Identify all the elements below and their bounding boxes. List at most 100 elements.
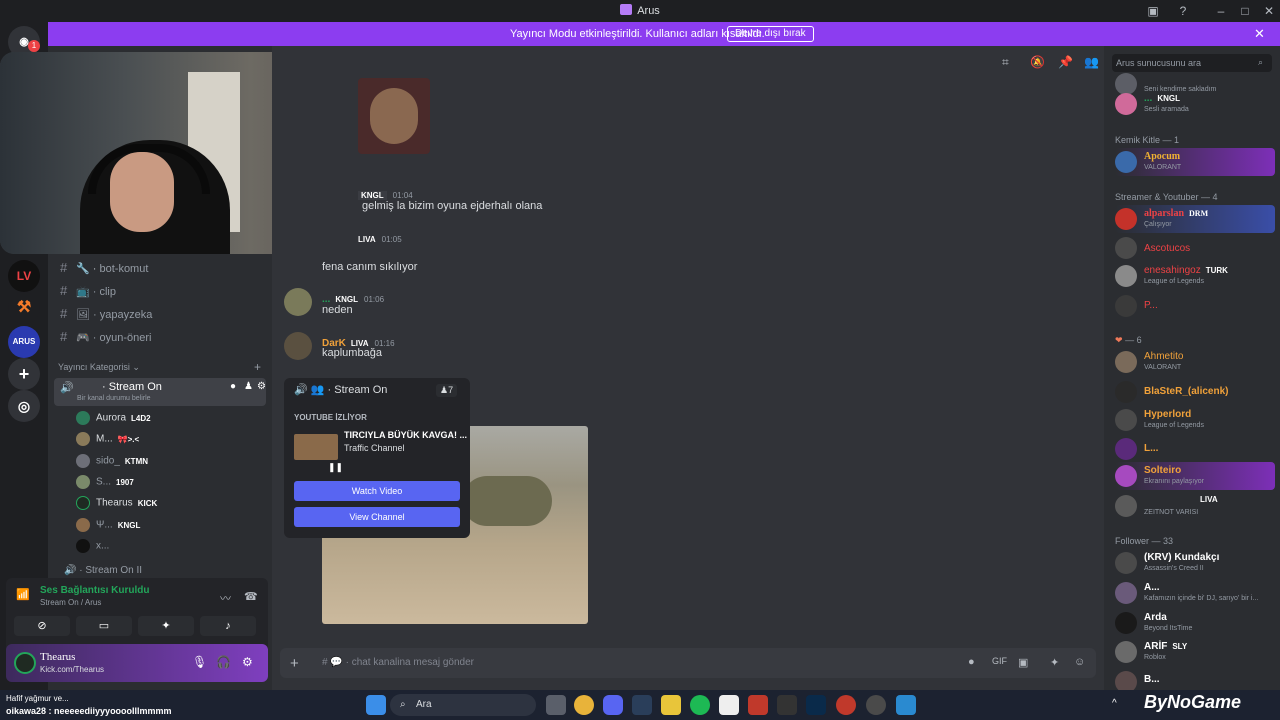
server-pickaxe-icon[interactable]: ⚒ [8,292,40,324]
member-item[interactable]: ARİF SLY Roblox [1115,638,1280,666]
channel-status[interactable]: Bir kanal durumu belirle [77,395,151,402]
app-icon[interactable] [866,695,886,715]
start-button-icon[interactable] [366,695,386,715]
notification-icon[interactable]: 🔕 [1030,55,1045,69]
member-count: ♟7 [436,384,458,397]
headphones-icon[interactable]: 🎧 [216,655,231,669]
capcut-icon[interactable] [719,695,739,715]
voice-status[interactable]: Ses Bağlantısı Kuruldu [40,585,149,596]
member-item[interactable]: B... [1115,668,1280,690]
member-item[interactable]: ... KNGL Sesli aramada [1115,90,1280,118]
channel-yapayzeka[interactable]: # 🖼 · yapayzeka [60,306,152,328]
avatar[interactable] [284,332,312,360]
member-item[interactable]: A... Kafamızın içinde bi' DJ, sarıyo' bir… [1115,579,1280,607]
tray-chevron-icon[interactable]: ^ [1112,698,1117,709]
member-item[interactable]: Ascotucos [1115,234,1280,262]
window-title: Arus [0,4,1280,17]
member-item[interactable]: LIVA ZEITNOT VARISI [1115,492,1280,520]
gif-icon[interactable]: GIF [992,656,1007,666]
search-label: Ara [416,699,432,710]
minimize-button[interactable]: – [1212,2,1230,20]
help-icon[interactable]: ? [1174,2,1192,20]
member-item[interactable]: Solteiro Ekranını paylaşıyor [1115,462,1280,490]
channel-bot-komut[interactable]: # 🔧 · bot-komut [60,260,148,282]
disable-streamer-mode-button[interactable]: Devre dışı bırak [727,26,814,42]
voice-member[interactable]: x... [76,539,109,559]
channel-clip[interactable]: # 📺 · clip [60,283,116,305]
maximize-button[interactable]: □ [1236,2,1254,20]
avatar[interactable] [14,652,36,674]
apps-icon[interactable]: ✦ [1050,656,1059,669]
close-icon[interactable]: ✕ [1254,26,1265,42]
app-icon[interactable] [748,695,768,715]
gear-icon[interactable]: ⚙ [257,381,266,392]
pin-icon[interactable]: 📌 [1058,55,1073,69]
member-list: Arus sunucusunu ara ⌕ Seni kendime sakla… [1104,46,1280,690]
pause-icon[interactable]: ❚❚ [328,462,343,473]
task-view-icon[interactable] [546,695,566,715]
voice-member[interactable]: S... 1907 [76,475,134,495]
member-item[interactable]: Arda Beyond ItsTime [1115,609,1280,637]
add-attachment-icon[interactable]: + [290,655,299,672]
steam-icon[interactable] [632,695,652,715]
member-item[interactable]: (KRV) Kundakçı Assassin's Creed II [1115,549,1280,577]
close-window-button[interactable]: ✕ [1260,2,1278,20]
member-item[interactable]: enesahingoz TURK League of Legends [1115,262,1280,290]
member-item[interactable]: Apocum VALORANT [1115,148,1280,176]
watch-video-button[interactable]: Watch Video [294,481,460,501]
voice-member[interactable]: Ψ... KNGL [76,518,140,538]
app-icon[interactable] [896,695,916,715]
category-label[interactable]: Yayıncı Kategorisi ⌄ [58,362,140,373]
add-channel-icon[interactable]: + [254,360,261,374]
invite-icon[interactable]: ♟ [244,381,253,392]
file-explorer-icon[interactable] [661,695,681,715]
title-bar: Arus ▣ ? – □ ✕ [0,0,1280,22]
voice-member[interactable]: M... 🎀>.< [76,432,139,452]
server-lv-icon[interactable]: LV [8,260,40,292]
soundboard-button[interactable]: ♪ [200,616,256,636]
member-item[interactable]: Ahmetito VALORANT [1115,348,1280,376]
app-icon[interactable] [836,695,856,715]
add-server-icon[interactable]: + [8,358,40,390]
channel-oyun-oneri[interactable]: # 🎮 · oyun-öneri [60,329,151,351]
inbox-icon[interactable]: ▣ [1144,2,1162,20]
discord-taskbar-icon[interactable] [603,695,623,715]
epic-games-icon[interactable] [777,695,797,715]
gift-icon[interactable]: ● [968,656,975,668]
spotify-icon[interactable] [690,695,710,715]
chrome-icon[interactable] [574,695,594,715]
member-item[interactable]: Hyperlord League of Legends [1115,406,1280,434]
member-item[interactable]: P... [1115,292,1280,320]
screen-share-button[interactable]: ▭ [76,616,132,636]
message-image[interactable] [358,78,430,154]
voice-channel-stream-on-ii[interactable]: 🔊 · Stream On II [64,565,142,576]
activities-button[interactable]: ✦ [138,616,194,636]
taskbar-search[interactable]: ⌕ Ara [390,694,536,716]
view-channel-button[interactable]: View Channel [294,507,460,527]
message-input-bar[interactable]: + # 💬 · chat kanalina mesaj gönder ● GIF… [280,648,1096,678]
search-input[interactable]: Arus sunucusunu ara [1116,58,1201,68]
member-item[interactable]: alparslan DRM Çalışıyor [1115,205,1280,233]
server-arus-icon[interactable]: ARUS [8,326,40,358]
voice-member[interactable]: Aurora L4D2 [76,411,151,431]
members-list-icon[interactable]: 👥 [1084,55,1099,69]
chat-icon[interactable]: ● [230,381,236,392]
video-thumbnail[interactable] [294,434,338,460]
voice-channel-stream-on[interactable]: 🔊 · Stream On Bir kanal durumu belirle ●… [54,378,266,406]
camera-off-button[interactable]: ⊘ [14,616,70,636]
voice-member[interactable]: Thearus KICK [76,496,157,516]
photoshop-icon[interactable] [806,695,826,715]
emoji-icon[interactable]: ☺ [1074,656,1085,668]
voice-member[interactable]: sido_ KTMN [76,454,148,474]
disconnect-icon[interactable]: ☎ [244,590,258,603]
message-input[interactable]: # 💬 · chat kanalina mesaj gönder [322,657,474,668]
explore-icon[interactable]: ◎ [8,390,40,422]
noise-suppression-icon[interactable]: 〰 [220,590,231,606]
sticker-icon[interactable]: ▣ [1018,656,1028,669]
microphone-icon[interactable]: 🎙 [192,655,207,669]
member-item[interactable]: BlaSteR_(alicenk) [1115,378,1280,406]
threads-icon[interactable]: ⌗ [1002,55,1009,70]
user-settings-icon[interactable]: ⚙ [242,655,253,669]
member-item[interactable]: L... [1115,435,1280,463]
avatar[interactable] [284,288,312,316]
